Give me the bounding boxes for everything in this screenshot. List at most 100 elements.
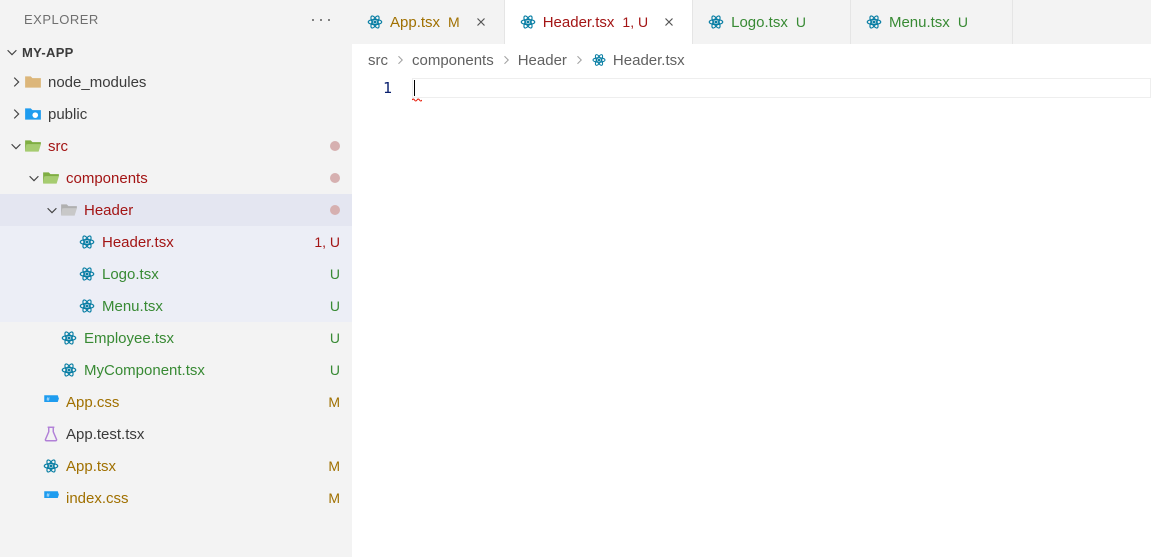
explorer-actions-icon[interactable]: ··· (304, 7, 340, 32)
file-label: public (48, 106, 340, 123)
modified-dot-icon (330, 173, 340, 183)
folder-icon (24, 73, 42, 91)
chevron-down-icon (8, 139, 24, 153)
file-label: Header (84, 202, 330, 219)
react-icon (78, 297, 96, 315)
app-root: EXPLORER ··· MY-APP node_modulespublic sr… (0, 0, 1151, 557)
tree-row-app-tsx[interactable]: App.tsxM (0, 450, 352, 482)
tree-row-mycomponent-tsx[interactable]: MyComponent.tsxU (0, 354, 352, 386)
tab-status: U (796, 14, 806, 30)
tree-row-index-css[interactable]: # index.cssM (0, 482, 352, 514)
explorer-sidebar: EXPLORER ··· MY-APP node_modulespublic sr… (0, 0, 352, 557)
line-gutter: 1 (352, 76, 412, 557)
editor-tabs: App.tsx M Header.tsx 1, U Logo.tsx U Menu.tsx U (352, 0, 1151, 44)
react-icon (865, 13, 883, 31)
git-status-badge: 1, U (314, 234, 340, 250)
project-header[interactable]: MY-APP (0, 38, 352, 66)
file-label: components (66, 170, 330, 187)
react-icon (366, 13, 384, 31)
file-label: App.test.tsx (66, 426, 340, 443)
tree-row-src[interactable]: src (0, 130, 352, 162)
react-icon (42, 457, 60, 475)
folder-public-icon (24, 105, 42, 123)
react-icon (78, 233, 96, 251)
file-label: App.tsx (66, 458, 318, 475)
explorer-header: EXPLORER ··· (0, 0, 352, 38)
react-icon (707, 13, 725, 31)
tab-status: M (448, 14, 460, 30)
editor-body[interactable]: 1 (352, 76, 1151, 557)
breadcrumb-header-tsx[interactable]: Header.tsx (613, 52, 685, 69)
modified-dot-icon (330, 205, 340, 215)
git-status-badge: U (322, 330, 340, 346)
file-label: src (48, 138, 330, 155)
chevron-right-icon (500, 54, 512, 66)
chevron-right-icon (8, 75, 24, 89)
project-name: MY-APP (22, 45, 74, 60)
chevron-right-icon (8, 107, 24, 121)
text-cursor (414, 80, 415, 96)
flask-icon (42, 425, 60, 443)
react-icon (591, 52, 607, 68)
breadcrumb-components[interactable]: components (412, 52, 494, 69)
code-area[interactable] (412, 76, 1151, 557)
git-status-badge: U (322, 298, 340, 314)
tab-label: Menu.tsx (889, 14, 950, 31)
folder-open-icon (60, 201, 78, 219)
file-label: Menu.tsx (102, 298, 318, 315)
tree-row-components[interactable]: components (0, 162, 352, 194)
tree-row-logo-tsx[interactable]: Logo.tsxU (0, 258, 352, 290)
close-icon[interactable] (660, 13, 678, 31)
git-status-badge: U (322, 362, 340, 378)
chevron-right-icon (394, 54, 406, 66)
file-label: index.css (66, 490, 318, 507)
react-icon (60, 329, 78, 347)
chevron-right-icon (573, 54, 585, 66)
tab-status: 1, U (622, 14, 648, 30)
tab-label: Header.tsx (543, 14, 615, 31)
line-number: 1 (352, 78, 392, 98)
tab-logo-tsx[interactable]: Logo.tsx U (693, 0, 851, 44)
editor-main: App.tsx M Header.tsx 1, U Logo.tsx U Menu.tsx U… (352, 0, 1151, 557)
breadcrumb-header[interactable]: Header (518, 52, 567, 69)
tree-row-public[interactable]: public (0, 98, 352, 130)
tree-row-header[interactable]: Header (0, 194, 352, 226)
git-status-badge: M (322, 458, 340, 474)
folder-open-green-icon (24, 137, 42, 155)
modified-dot-icon (330, 141, 340, 151)
tab-menu-tsx[interactable]: Menu.tsx U (851, 0, 1013, 44)
tree-row-employee-tsx[interactable]: Employee.tsxU (0, 322, 352, 354)
tab-app-tsx[interactable]: App.tsx M (352, 0, 505, 44)
file-tree: node_modulespublic src components Header Hea… (0, 66, 352, 557)
tree-row-app-css[interactable]: # App.cssM (0, 386, 352, 418)
react-icon (519, 13, 537, 31)
git-status-badge: M (322, 490, 340, 506)
git-status-badge: U (322, 266, 340, 282)
file-label: Header.tsx (102, 234, 310, 251)
chevron-down-icon (26, 171, 42, 185)
breadcrumbs: src components Header Header.tsx (352, 44, 1151, 76)
explorer-title: EXPLORER (24, 12, 99, 27)
close-icon[interactable] (472, 13, 490, 31)
tab-status: U (958, 14, 968, 30)
chevron-down-icon (4, 45, 20, 59)
error-squiggle-icon (412, 98, 422, 102)
tree-row-menu-tsx[interactable]: Menu.tsxU (0, 290, 352, 322)
tab-header-tsx[interactable]: Header.tsx 1, U (505, 0, 693, 44)
git-status-badge: M (322, 394, 340, 410)
folder-open-green-icon (42, 169, 60, 187)
css-icon: # (42, 393, 60, 411)
file-label: node_modules (48, 74, 340, 91)
tree-row-app-test-tsx[interactable]: App.test.tsx (0, 418, 352, 450)
tab-label: App.tsx (390, 14, 440, 31)
react-icon (60, 361, 78, 379)
react-icon (78, 265, 96, 283)
tree-row-header-tsx[interactable]: Header.tsx1, U (0, 226, 352, 258)
tree-row-node_modules[interactable]: node_modules (0, 66, 352, 98)
breadcrumb-src[interactable]: src (368, 52, 388, 69)
current-line-highlight (412, 78, 1151, 98)
tab-label: Logo.tsx (731, 14, 788, 31)
file-label: MyComponent.tsx (84, 362, 318, 379)
file-label: App.css (66, 394, 318, 411)
css-icon: # (42, 489, 60, 507)
